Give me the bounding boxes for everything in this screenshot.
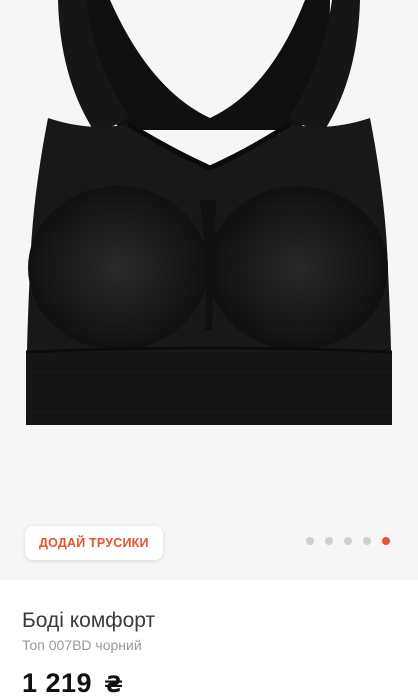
price-value: 1 219 [22,668,93,698]
product-screen: ДОДАЙ ТРУСИКИ Боді комфорт Топ 007BD чор… [0,0,418,699]
pagination-dot[interactable] [344,537,352,545]
gallery-pagination[interactable] [306,537,390,545]
pagination-dot-active[interactable] [382,537,390,545]
price: 1 219 ₴ [22,668,396,699]
product-gallery[interactable]: ДОДАЙ ТРУСИКИ [0,0,418,580]
product-subtitle: Топ 007BD чорний [22,637,142,653]
product-name: Боді комфорт [22,609,156,632]
pagination-dot[interactable] [325,537,333,545]
product-info: Боді комфорт Топ 007BD чорний 1 219 ₴ [22,608,396,699]
pagination-dot[interactable] [363,537,371,545]
hryvnia-icon: ₴ [104,673,123,698]
pagination-dot[interactable] [306,537,314,545]
add-panties-button[interactable]: ДОДАЙ ТРУСИКИ [25,526,163,560]
product-image[interactable] [0,0,418,440]
